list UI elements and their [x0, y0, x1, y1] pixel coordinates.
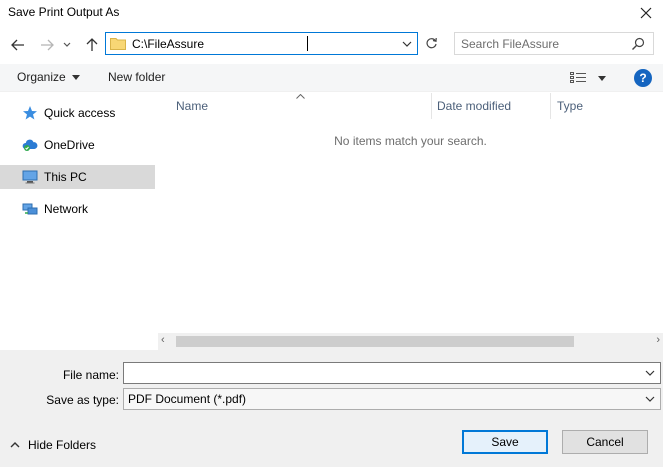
arrow-up-icon: [86, 38, 98, 51]
column-separator[interactable]: [550, 93, 551, 119]
help-button[interactable]: ?: [634, 69, 652, 87]
save-as-type-dropdown-button[interactable]: [643, 392, 657, 406]
back-button[interactable]: [7, 34, 29, 56]
organize-button[interactable]: Organize: [17, 70, 81, 84]
command-toolbar: Organize New folder ?: [0, 64, 663, 92]
close-button[interactable]: [629, 0, 663, 26]
column-header-date-modified[interactable]: Date modified: [437, 99, 511, 113]
forward-button[interactable]: [36, 34, 58, 56]
address-bar[interactable]: C:\FileAssure: [105, 32, 418, 55]
close-icon: [640, 7, 652, 19]
up-button[interactable]: [81, 34, 103, 56]
column-header-name[interactable]: Name: [176, 99, 208, 113]
search-placeholder: Search FileAssure: [461, 37, 560, 51]
file-name-field[interactable]: [123, 362, 661, 384]
sidebar-item-label: This PC: [44, 170, 87, 184]
cancel-button[interactable]: Cancel: [562, 430, 648, 454]
title-bar: Save Print Output As: [0, 0, 663, 26]
new-folder-button[interactable]: New folder: [108, 70, 165, 84]
file-list-pane[interactable]: Name Date modified Type No items match y…: [158, 93, 663, 350]
sidebar-item-onedrive[interactable]: OneDrive: [0, 133, 155, 157]
sort-ascending-icon: [296, 91, 305, 101]
hide-folders-label: Hide Folders: [28, 438, 97, 452]
scroll-right-icon[interactable]: ›: [656, 334, 660, 346]
change-view-button[interactable]: [570, 70, 608, 86]
hide-folders-button[interactable]: Hide Folders: [10, 438, 96, 452]
arrow-right-icon: [41, 39, 54, 51]
details-view-icon: [570, 72, 586, 83]
sidebar-item-label: OneDrive: [44, 138, 95, 152]
chevron-up-icon: [10, 442, 20, 448]
horizontal-scrollbar[interactable]: ‹ ›: [158, 333, 663, 350]
refresh-icon: [425, 37, 437, 49]
column-separator[interactable]: [431, 93, 432, 119]
chevron-down-icon: [63, 42, 71, 47]
save-as-type-label: Save as type:: [46, 393, 119, 407]
sidebar-item-this-pc[interactable]: This PC: [0, 165, 155, 189]
refresh-button[interactable]: [421, 32, 441, 55]
dropdown-arrow-icon: [598, 76, 606, 81]
sidebar-item-label: Quick access: [44, 106, 116, 120]
chevron-down-icon: [402, 41, 412, 47]
address-text[interactable]: C:\FileAssure: [132, 37, 204, 51]
scroll-left-icon[interactable]: ‹: [161, 334, 165, 346]
cloud-icon: [22, 139, 38, 151]
address-dropdown-button[interactable]: [400, 36, 414, 52]
organize-label: Organize: [17, 70, 66, 84]
save-as-type-value: PDF Document (*.pdf): [128, 392, 247, 406]
navigation-pane: Quick access OneDrive This PC Network: [0, 93, 157, 350]
recent-locations-button[interactable]: [60, 34, 74, 56]
folder-icon: [110, 38, 126, 50]
file-name-dropdown-button[interactable]: [643, 366, 657, 380]
window-title: Save Print Output As: [8, 5, 120, 19]
sidebar-item-network[interactable]: Network: [0, 197, 155, 221]
dropdown-arrow-icon: [72, 75, 81, 81]
star-icon: [23, 106, 37, 120]
chevron-down-icon: [645, 370, 655, 376]
file-name-label: File name:: [62, 368, 119, 382]
scrollbar-thumb[interactable]: [176, 336, 574, 347]
arrow-left-icon: [11, 39, 24, 51]
chevron-down-icon: [645, 396, 655, 402]
save-as-type-select[interactable]: PDF Document (*.pdf): [123, 388, 661, 410]
save-button[interactable]: Save: [462, 430, 548, 454]
computer-icon: [22, 170, 38, 184]
empty-message: No items match your search.: [334, 134, 487, 148]
search-icon[interactable]: [631, 37, 645, 51]
network-icon: [22, 203, 38, 215]
search-input[interactable]: Search FileAssure: [454, 32, 654, 55]
column-header-type[interactable]: Type: [557, 99, 583, 113]
sidebar-item-label: Network: [44, 202, 89, 216]
text-caret: [307, 36, 308, 51]
sidebar-item-quick-access[interactable]: Quick access: [0, 101, 155, 125]
